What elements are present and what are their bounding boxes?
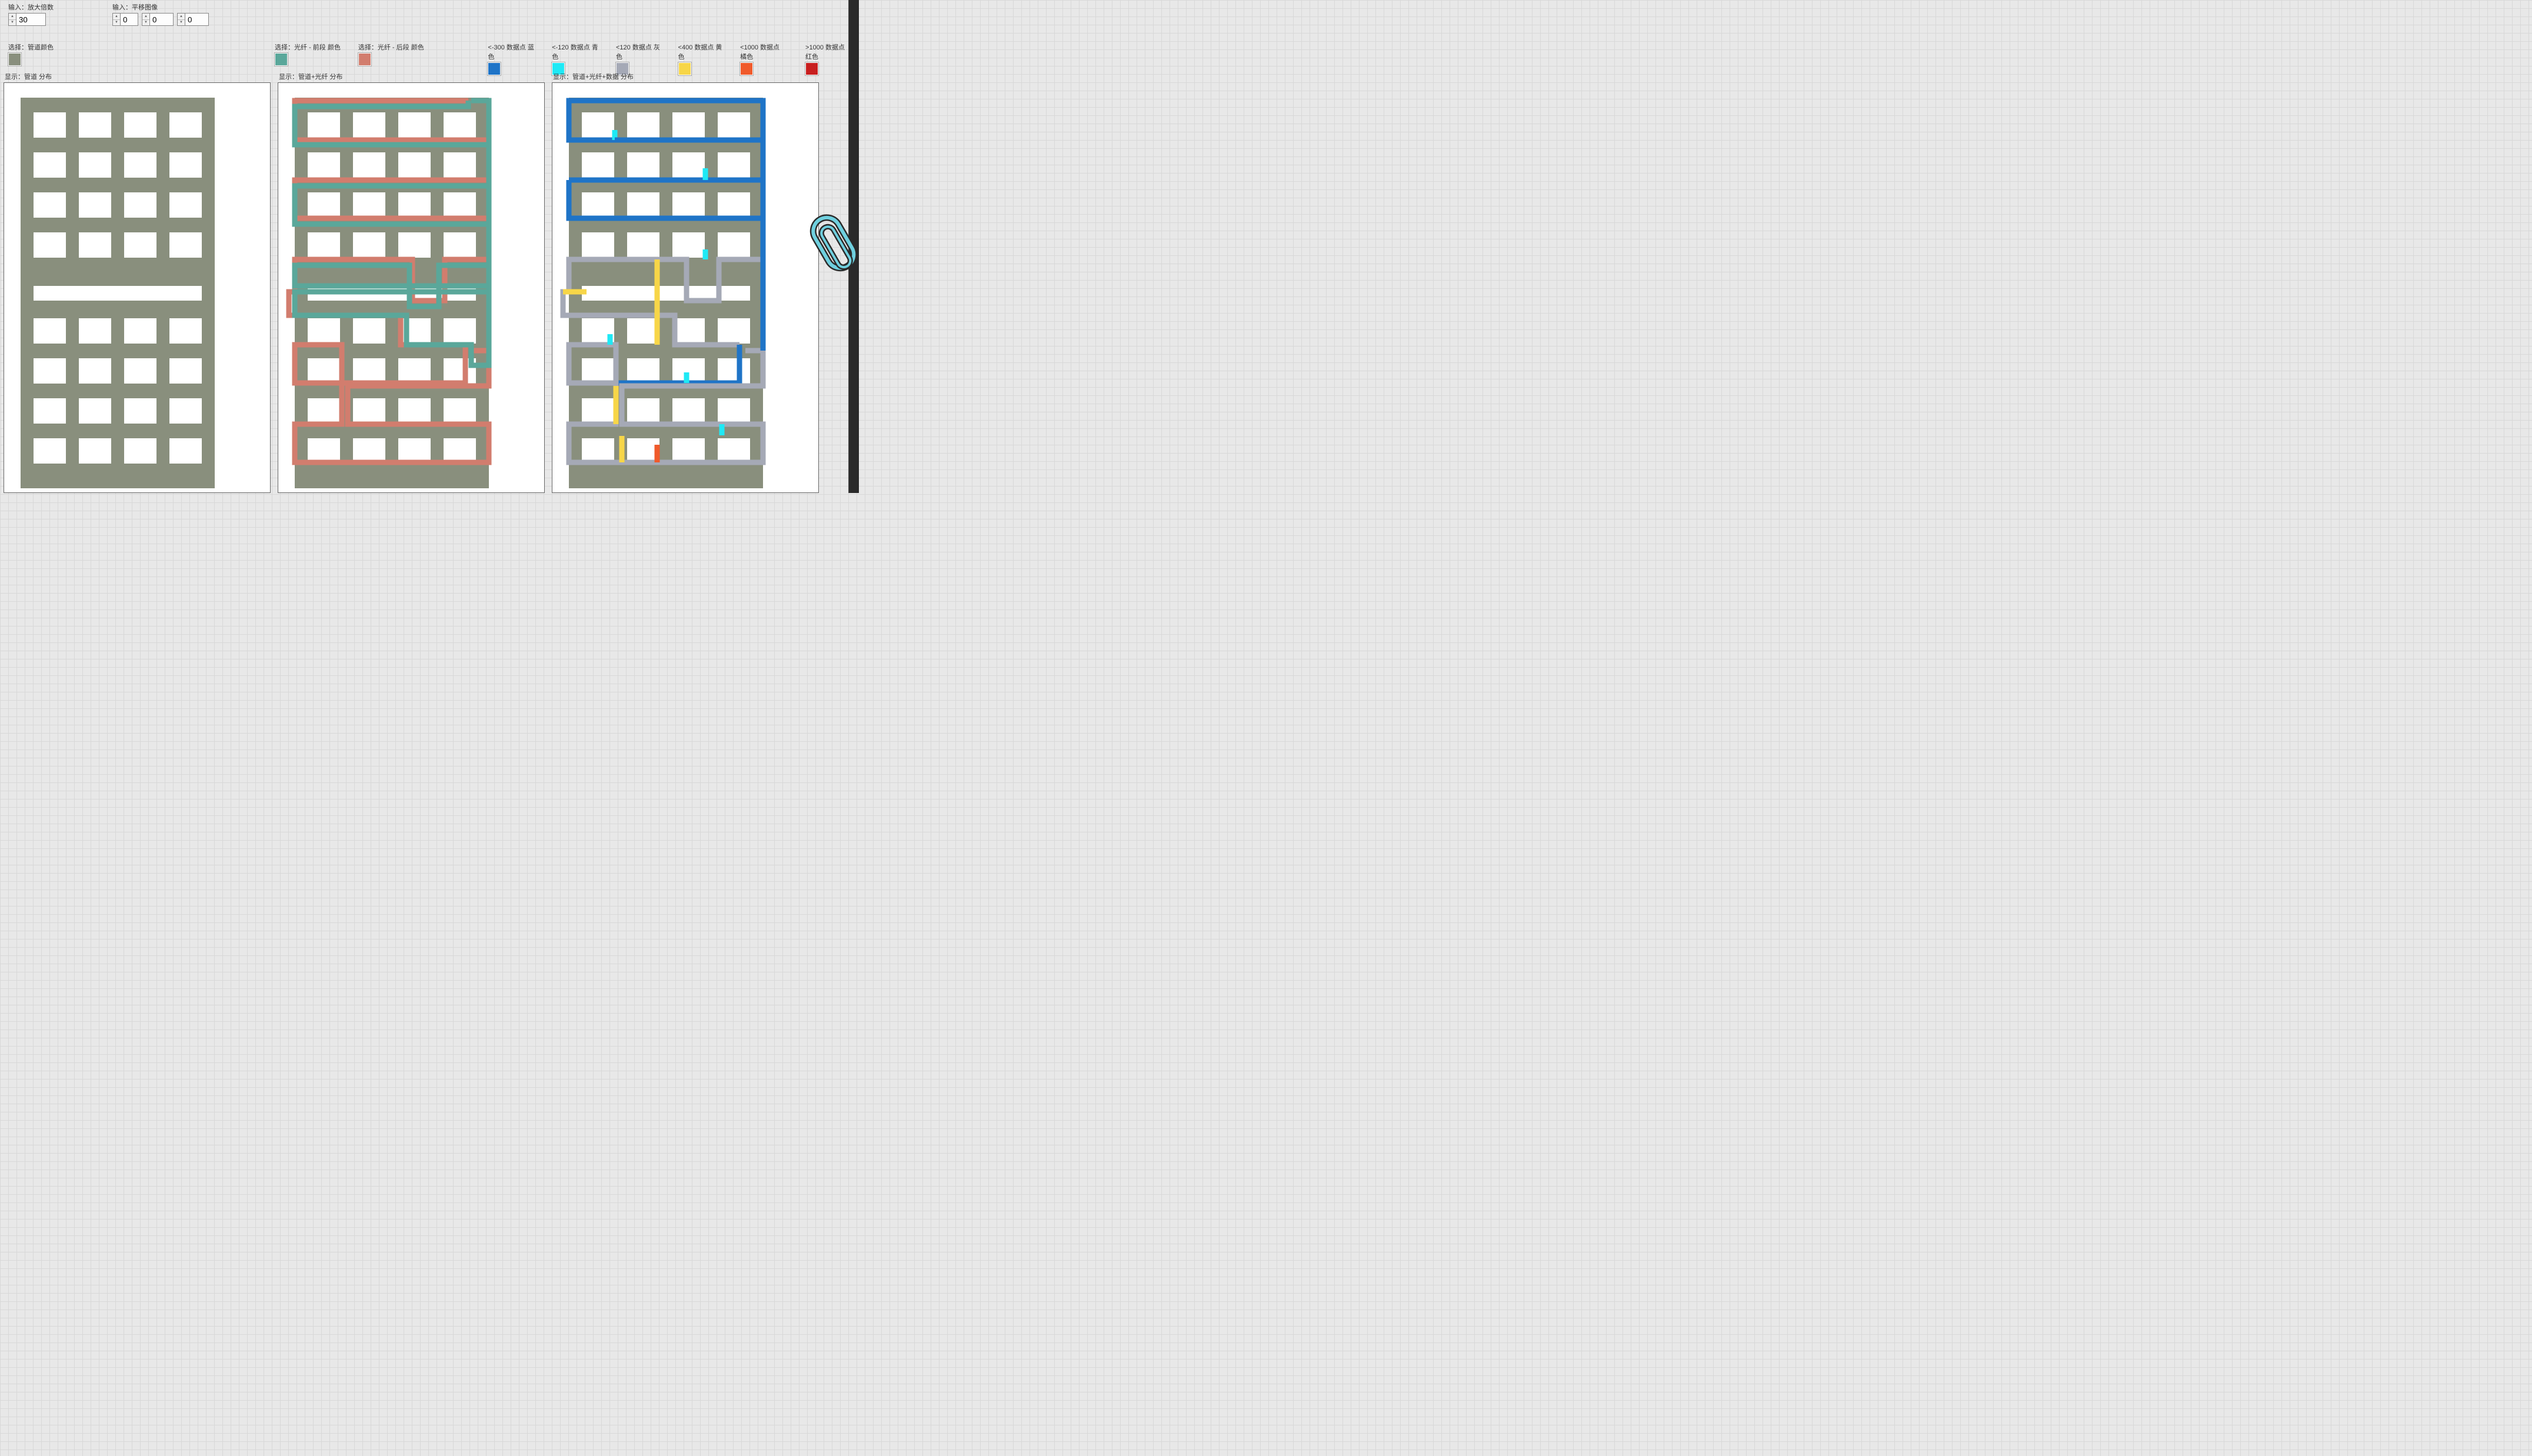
legend-pipe: 选择：管道颜色 bbox=[8, 42, 275, 75]
legend-data-label: <1000 数据点 橘色 bbox=[740, 42, 788, 61]
pan-label: 输入：平移图像 bbox=[112, 2, 209, 12]
pipe-color-swatch[interactable] bbox=[8, 53, 21, 66]
fiber-front-label: 选择：光纤 - 前段 颜色 bbox=[275, 42, 341, 52]
input-row: 输入：放大倍数 ▲ ▼ 输入：平移图像 ▲ ▼ ▲ bbox=[8, 2, 209, 26]
fiber-back-label: 选择：光纤 - 后段 颜色 bbox=[358, 42, 424, 52]
legend-data-label: <-120 数据点 青色 bbox=[552, 42, 598, 61]
chevron-down-icon[interactable]: ▼ bbox=[113, 20, 120, 26]
canvas-data[interactable] bbox=[552, 82, 819, 493]
chevron-up-icon[interactable]: ▲ bbox=[142, 14, 149, 20]
zoom-input[interactable] bbox=[16, 13, 46, 26]
legend-data-label: <-300 数据点 蓝色 bbox=[488, 42, 534, 61]
legend-data-item: <120 数据点 灰色 bbox=[616, 42, 661, 75]
panel-title: 显示：管道+光纤+数据 分布 bbox=[552, 72, 819, 81]
canvas-fiber[interactable] bbox=[278, 82, 545, 493]
legend-data-item: >1000 数据点 红色 bbox=[805, 42, 853, 75]
panel-title: 显示：管道+光纤 分布 bbox=[278, 72, 545, 81]
chevron-up-icon[interactable]: ▲ bbox=[113, 14, 120, 20]
legend-data-item: <-120 数据点 青色 bbox=[552, 42, 598, 75]
chevron-up-icon[interactable]: ▲ bbox=[9, 14, 16, 20]
legend-fiber: 选择：光纤 - 前段 颜色 选择：光纤 - 后段 颜色 bbox=[275, 42, 488, 75]
legend-data-label: <400 数据点 黄色 bbox=[678, 42, 723, 61]
chevron-down-icon[interactable]: ▼ bbox=[9, 20, 16, 26]
legend-row: 选择：管道颜色 选择：光纤 - 前段 颜色 选择：光纤 - 后段 颜色 <-30… bbox=[8, 42, 853, 75]
panel-fiber: 显示：管道+光纤 分布 bbox=[278, 72, 545, 493]
panel-title: 显示：管道 分布 bbox=[4, 72, 271, 81]
legend-data-item: <1000 数据点 橘色 bbox=[740, 42, 788, 75]
chevron-up-icon[interactable]: ▲ bbox=[178, 14, 185, 20]
pan-y-stepper[interactable]: ▲ ▼ bbox=[177, 13, 209, 26]
zoom-group: 输入：放大倍数 ▲ ▼ bbox=[8, 2, 54, 26]
vertical-scrollbar[interactable] bbox=[848, 0, 859, 493]
pan-group: 输入：平移图像 ▲ ▼ ▲ ▼ ▲ ▼ bbox=[112, 2, 209, 26]
canvas-pipes[interactable] bbox=[4, 82, 271, 493]
zoom-label: 输入：放大倍数 bbox=[8, 2, 54, 12]
chevron-down-icon[interactable]: ▼ bbox=[142, 20, 149, 26]
pipe-color-label: 选择：管道颜色 bbox=[8, 42, 54, 52]
legend-data-item: <400 数据点 黄色 bbox=[678, 42, 723, 75]
pan-y-input[interactable] bbox=[185, 13, 209, 26]
panel-data: 显示：管道+光纤+数据 分布 bbox=[552, 72, 819, 493]
pan-x-input[interactable] bbox=[150, 13, 174, 26]
legend-data: <-300 数据点 蓝色 <-120 数据点 青色 <120 数据点 灰色 <4… bbox=[488, 42, 853, 75]
panel-pipes: 显示：管道 分布 bbox=[4, 72, 271, 493]
legend-data-item: <-300 数据点 蓝色 bbox=[488, 42, 534, 75]
pan-x-stepper[interactable]: ▲ ▼ bbox=[142, 13, 174, 26]
fiber-front-swatch[interactable] bbox=[275, 53, 288, 66]
pan-main-input[interactable] bbox=[121, 13, 138, 26]
pan-main-stepper[interactable]: ▲ ▼ bbox=[112, 13, 138, 26]
legend-data-label: <120 数据点 灰色 bbox=[616, 42, 661, 61]
legend-data-label: >1000 数据点 红色 bbox=[805, 42, 853, 61]
chevron-down-icon[interactable]: ▼ bbox=[178, 20, 185, 26]
zoom-stepper[interactable]: ▲ ▼ bbox=[8, 13, 46, 26]
fiber-back-swatch[interactable] bbox=[358, 53, 371, 66]
panels: 显示：管道 分布 显示：管道+光纤 分布 显示：管道+光纤+数据 分布 bbox=[4, 72, 859, 493]
